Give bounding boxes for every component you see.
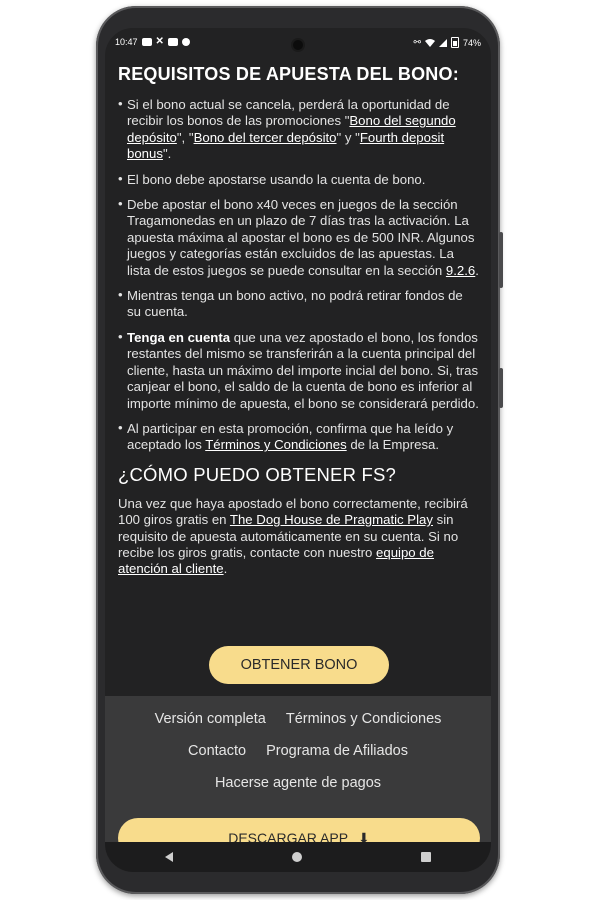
- wifi-icon: [424, 38, 435, 47]
- list-item: Tenga en cuenta que una vez apostado el …: [118, 329, 480, 412]
- footer-row: Hacerse agente de pagos: [105, 775, 491, 791]
- list-item: Si el bono actual se cancela, perderá la…: [118, 96, 480, 163]
- link-terms-conditions[interactable]: Términos y Condiciones: [205, 437, 346, 452]
- link-dog-house-game[interactable]: The Dog House de Pragmatic Play: [230, 512, 433, 527]
- x-icon: ✕: [155, 36, 164, 47]
- footer-link-terms[interactable]: Términos y Condiciones: [286, 711, 442, 727]
- front-camera: [293, 40, 303, 50]
- footer-row: Versión completa Términos y Condiciones: [105, 711, 491, 727]
- requirements-list: Si el bono actual se cancela, perderá la…: [118, 96, 480, 454]
- fs-paragraph: Una vez que haya apostado el bono correc…: [118, 495, 468, 577]
- list-item: El bono debe apostarse usando la cuenta …: [118, 171, 480, 188]
- section-title-fs: ¿CÓMO PUEDO OBTENER FS?: [118, 463, 397, 485]
- youtube-icon: [167, 38, 178, 46]
- get-bonus-button[interactable]: OBTENER BONO: [209, 646, 389, 684]
- motorola-icon: [181, 38, 190, 46]
- link-third-deposit-bonus[interactable]: Bono del tercer depósito: [194, 130, 337, 145]
- footer-link-full-version[interactable]: Versión completa: [155, 711, 266, 727]
- footer-link-payment-agent[interactable]: Hacerse agente de pagos: [215, 775, 381, 791]
- promo-content: REQUISITOS DE APUESTA DEL BONO: Si el bo…: [118, 64, 480, 578]
- home-icon[interactable]: [291, 852, 302, 862]
- footer-row: Contacto Programa de Afiliados: [105, 743, 491, 759]
- footer-link-contact[interactable]: Contacto: [188, 743, 246, 759]
- battery-level: 74%: [462, 37, 481, 48]
- section-title-requirements: REQUISITOS DE APUESTA DEL BONO:: [118, 64, 459, 84]
- youtube-icon: [141, 38, 152, 46]
- phone-side-button: [499, 368, 503, 408]
- clock: 10:47: [115, 37, 138, 47]
- link-section-9-2-6[interactable]: 9.2.6: [446, 263, 475, 278]
- battery-icon: [450, 37, 459, 48]
- status-bar: 10:47 ✕ ⚯ 74%: [105, 28, 491, 56]
- footer-link-affiliates[interactable]: Programa de Afiliados: [266, 743, 408, 759]
- signal-icon: [438, 38, 447, 47]
- android-nav-bar: [105, 842, 491, 872]
- list-item: Mientras tenga un bono activo, no podrá …: [118, 287, 480, 321]
- list-item: Debe apostar el bono x40 veces en juegos…: [118, 196, 480, 279]
- link-icon: ⚯: [413, 37, 421, 47]
- list-item: Al participar en esta promoción, confirm…: [118, 420, 480, 454]
- screen: 10:47 ✕ ⚯ 74% REQUISITOS DE APUESTA DEL …: [105, 28, 491, 872]
- back-icon[interactable]: [164, 852, 173, 862]
- recent-apps-icon[interactable]: [421, 852, 432, 862]
- phone-side-button: [499, 232, 503, 288]
